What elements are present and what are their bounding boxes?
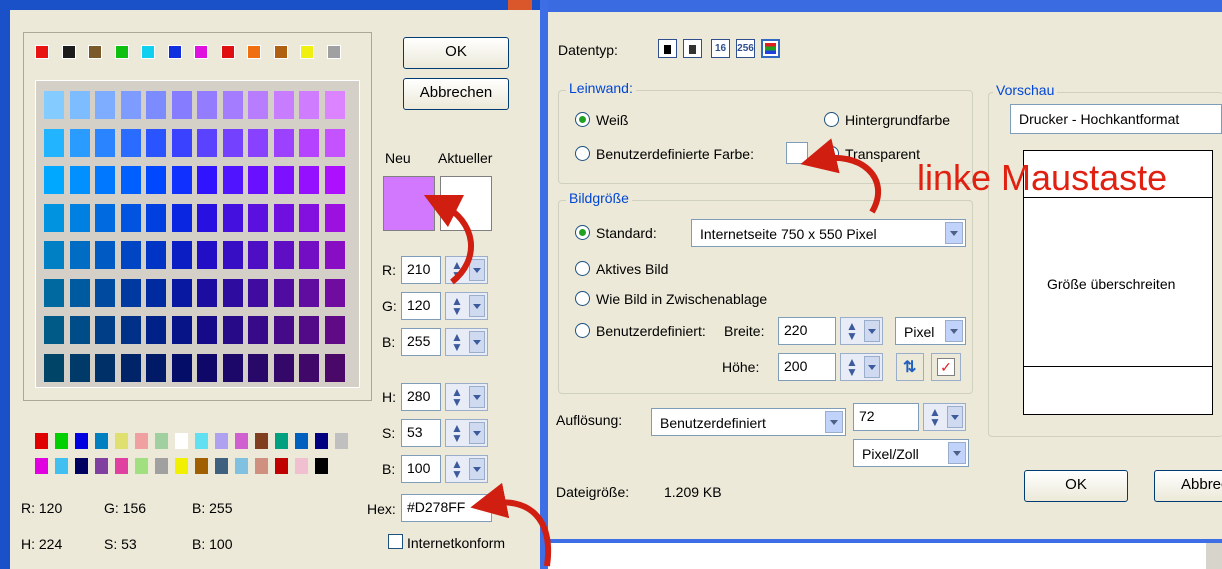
annotation-arrows [423,138,881,567]
arrow-to-hex [470,482,552,567]
arrow-to-custom-color [800,138,881,214]
arrow-to-new-color [423,194,475,285]
